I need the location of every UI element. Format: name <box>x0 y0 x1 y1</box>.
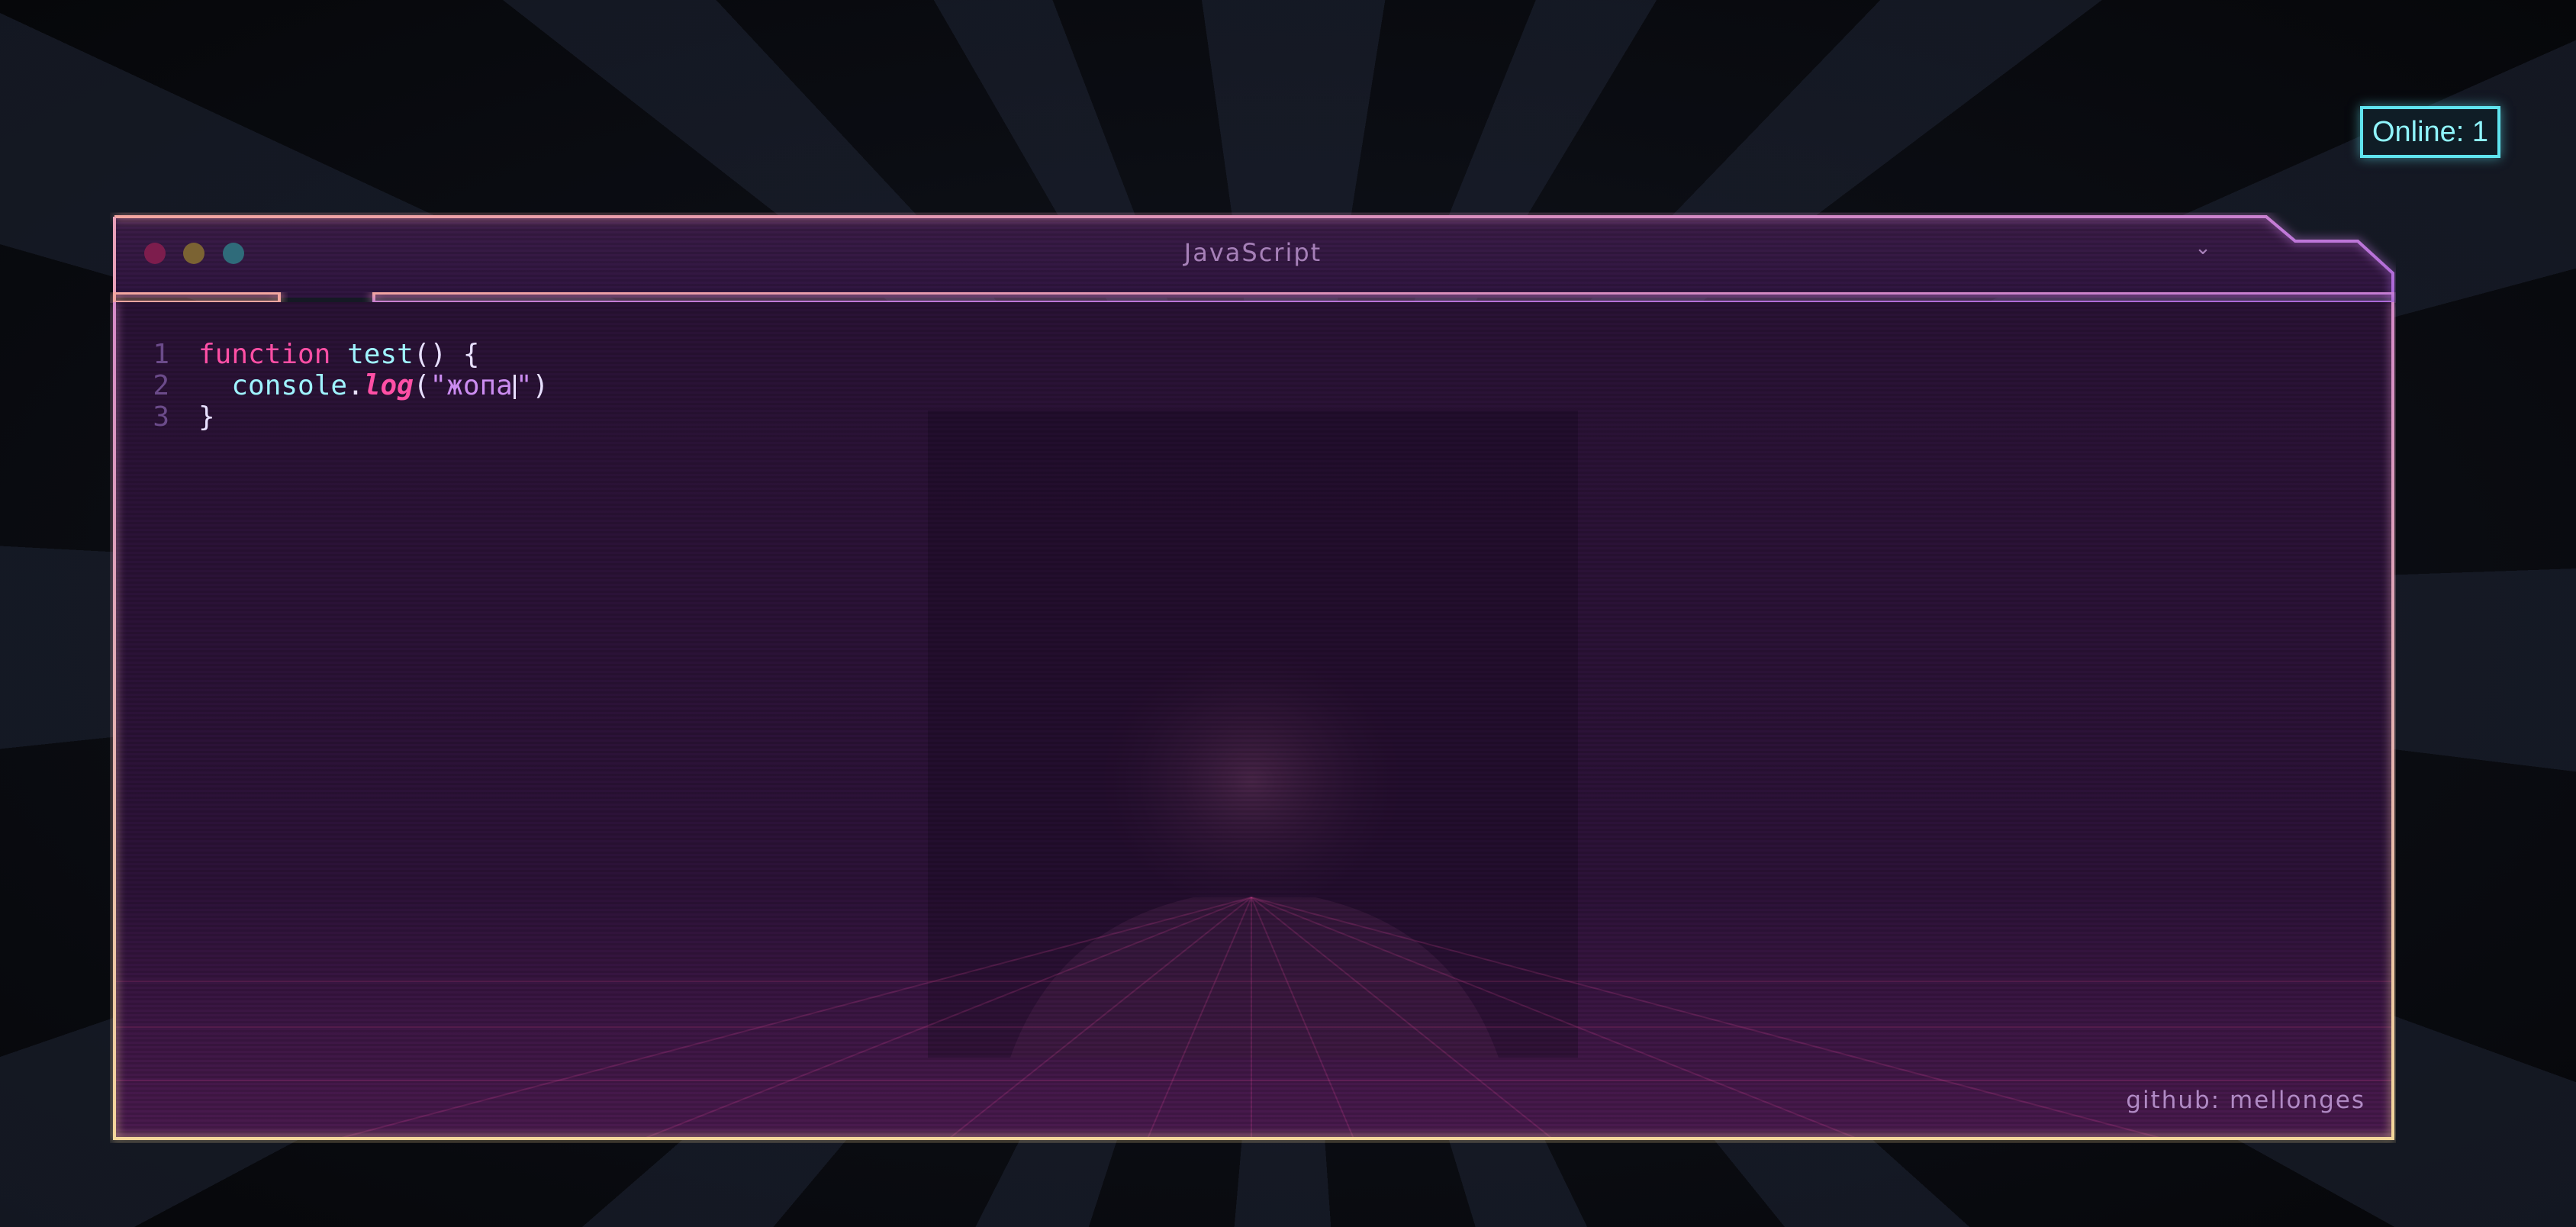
code-line: 2 console.log("жопа ") <box>140 370 549 401</box>
line-number: 2 <box>153 370 169 401</box>
code-line: 1 function test() { <box>140 339 549 370</box>
code-line: 3} <box>140 401 549 433</box>
app-background: Online: 1 JavaScript ⌄ 1 function test()… <box>0 0 2576 1227</box>
string-close-quote-token: " <box>515 370 533 401</box>
github-credit: github: mellonges <box>2126 1087 2365 1114</box>
dot-token: . <box>347 370 364 401</box>
object-token: console <box>231 370 348 401</box>
open-paren-token: ( <box>413 370 430 401</box>
close-paren-token: ) <box>532 370 549 401</box>
string-token: "жопа <box>430 370 513 401</box>
line-number: 3 <box>153 401 169 433</box>
method-token: log <box>363 370 414 401</box>
punctuation-token: () { <box>413 339 480 370</box>
language-dropdown-chevron-icon[interactable]: ⌄ <box>2190 237 2216 259</box>
code-editor-window: JavaScript ⌄ 1 function test() { 2 consol… <box>110 211 2396 1143</box>
function-name-token: test <box>347 339 414 370</box>
language-title: JavaScript <box>1183 238 1322 267</box>
online-counter-badge: Online: 1 <box>2360 106 2500 158</box>
line-number: 1 <box>153 339 169 370</box>
punctuation-token: } <box>198 401 215 433</box>
keyword-token: function <box>198 339 331 370</box>
code-editor[interactable]: 1 function test() { 2 console.log("жопа ")… <box>140 339 549 433</box>
